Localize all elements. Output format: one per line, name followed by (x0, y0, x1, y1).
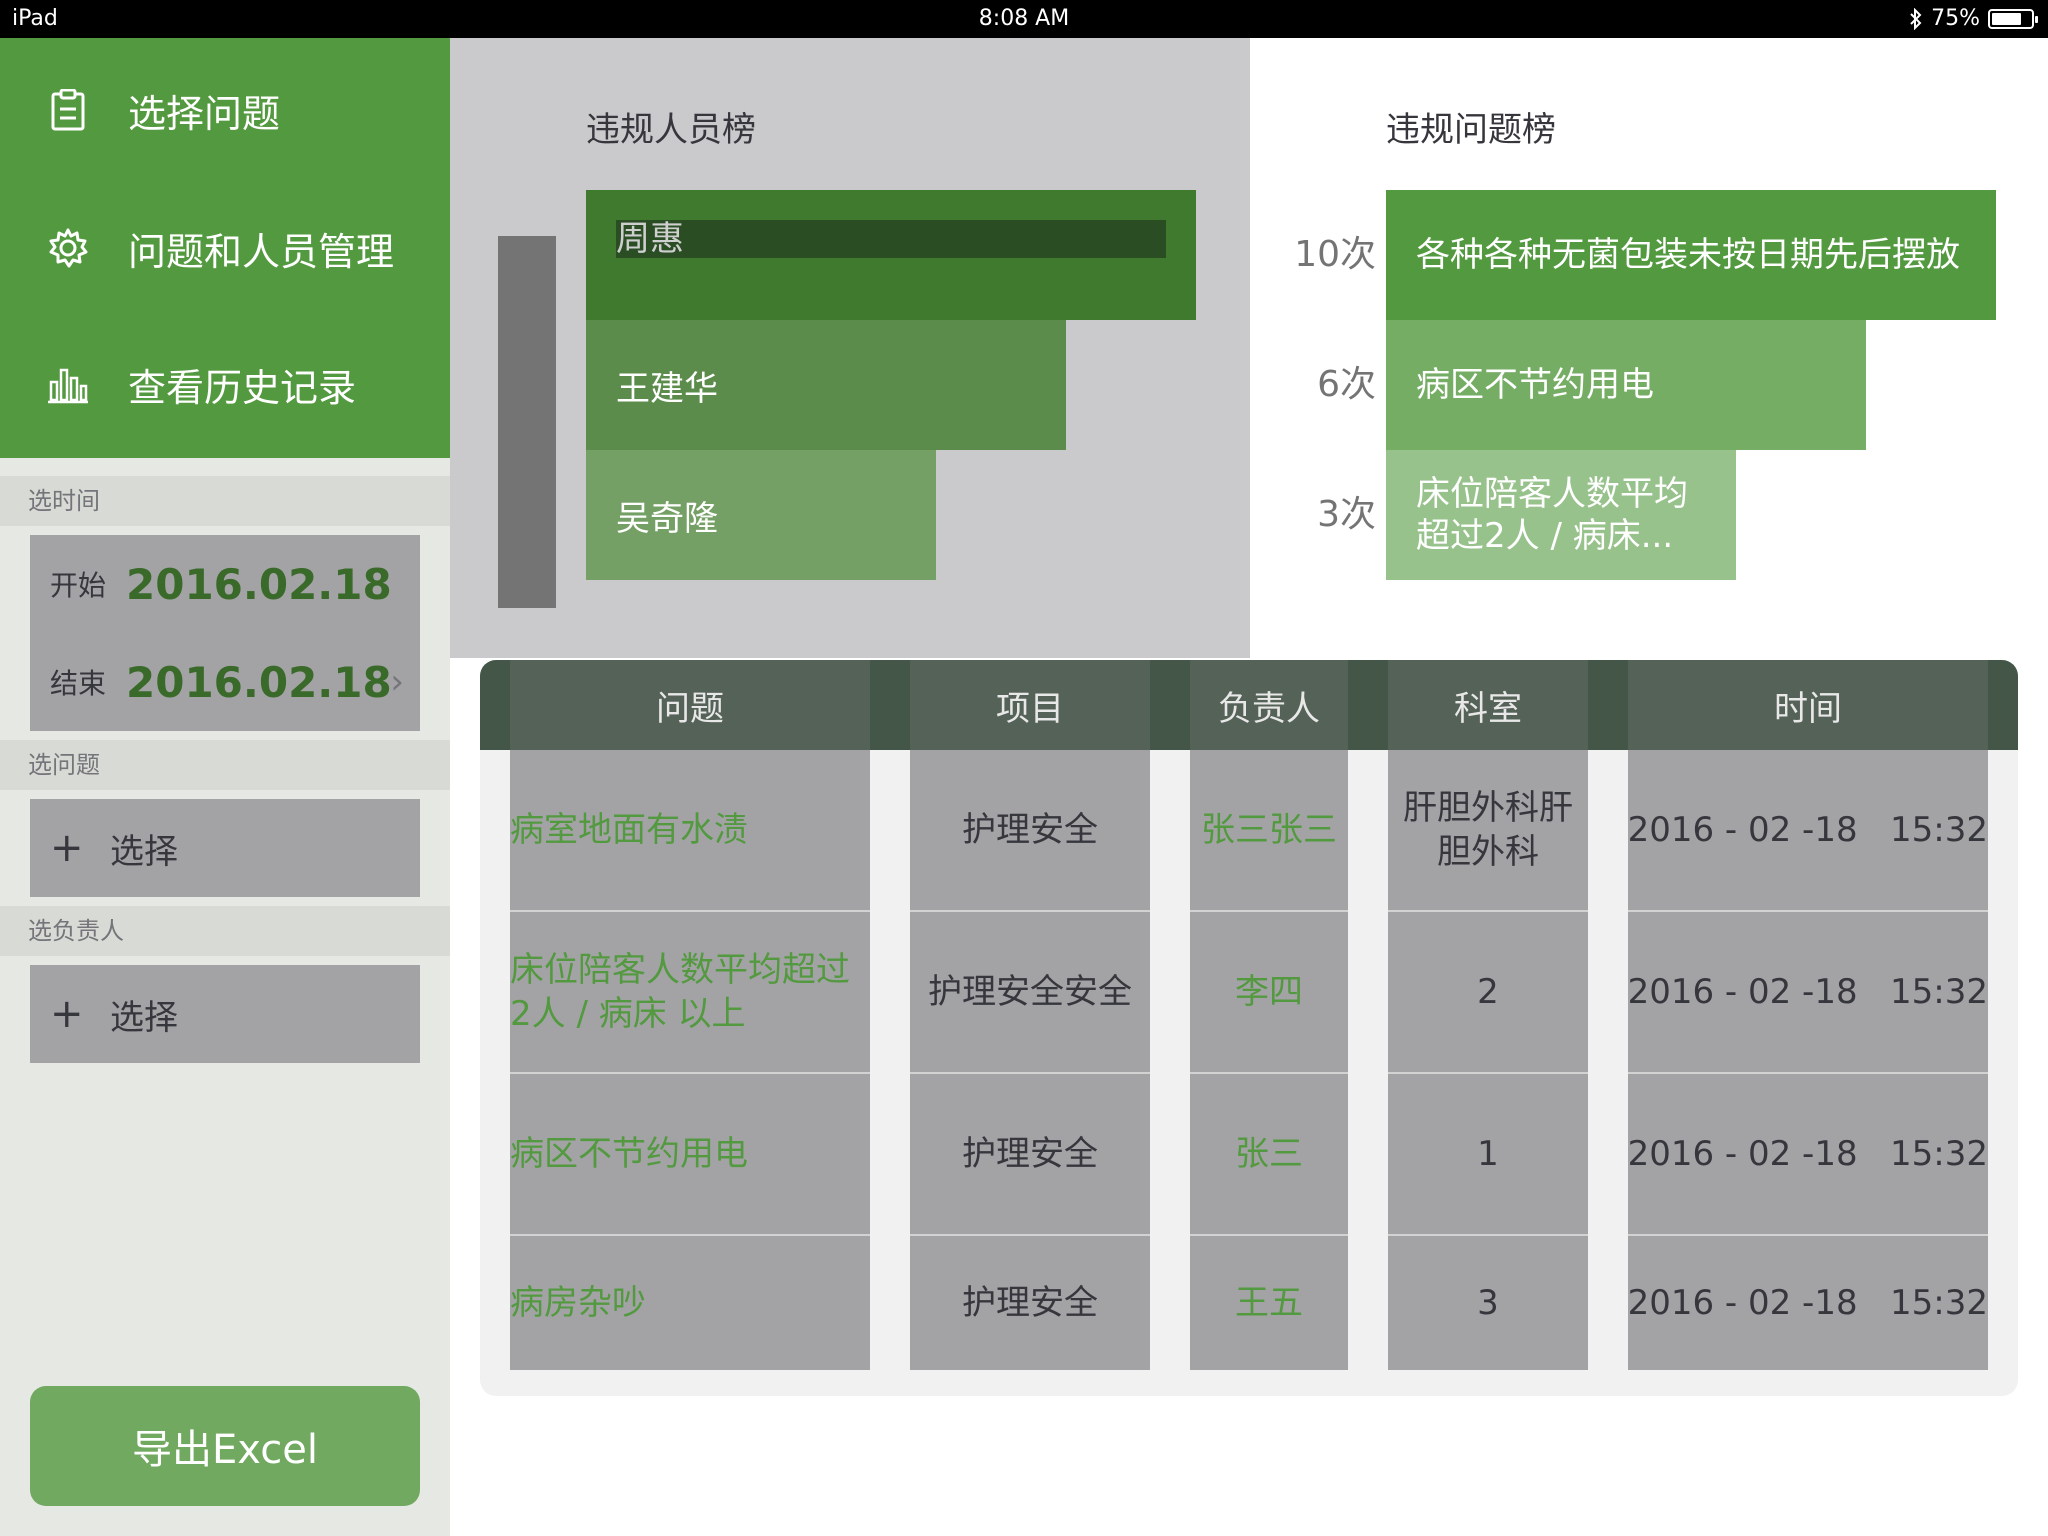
select-person-label: 选择 (110, 997, 178, 1038)
cell-owner: 张三张三 (1201, 810, 1337, 850)
person-bar[interactable]: 王建华 (586, 320, 1066, 450)
person-count: 1次 (497, 538, 556, 579)
status-right: 75% (1909, 6, 2038, 31)
table-row[interactable]: 病室地面有水渍 护理安全 张三张三 肝胆外科肝胆外科 2016 - 02 -18… (480, 750, 2018, 910)
menu-item-label: 选择问题 (128, 91, 281, 136)
start-date-label: 开始 (50, 569, 107, 602)
issue-text: 病区不节约用电 (1416, 365, 1654, 405)
battery-percent: 75% (1931, 6, 1980, 31)
end-date-row[interactable]: 结束 2016.02.18 › (30, 633, 420, 731)
person-name: 王建华 (616, 368, 718, 409)
cell-time: 2016 - 02 -18 15:32 (1627, 810, 1988, 850)
clipboard-icon (38, 80, 98, 140)
issue-picker-card: + 选择 (30, 799, 420, 897)
issue-bar[interactable]: 床位陪客人数平均超过2人 / 病床... (1386, 450, 1736, 580)
person-name: 周惠 (616, 220, 1166, 258)
start-date-row[interactable]: 开始 2016.02.18 (30, 535, 420, 633)
header-owner[interactable]: 负责人 (1190, 660, 1348, 750)
end-date-value: 2016.02.18 (126, 657, 392, 707)
sidebar-menu: 选择问题 问题和人员管理 查看历史记录 (0, 38, 450, 458)
cell-issue: 病房杂吵 (510, 1283, 646, 1323)
menu-item-label: 问题和人员管理 (128, 229, 395, 274)
person-name: 吴奇隆 (616, 498, 718, 539)
cell-dept: 2 (1477, 972, 1499, 1012)
gear-icon (38, 218, 98, 278)
plus-icon: + (50, 991, 84, 1037)
issue-ranking-title: 违规问题榜 (1386, 110, 1556, 150)
issue-ranking-panel: 违规问题榜 10次 6次 3次 各种各种无菌包装未按日期先后摆放 病区不节约用电… (1250, 38, 2048, 658)
cell-time: 2016 - 02 -18 15:32 (1627, 1283, 1988, 1323)
export-excel-button[interactable]: 导出Excel (30, 1386, 420, 1506)
menu-item-history[interactable]: 查看历史记录 (0, 316, 450, 452)
issue-text: 床位陪客人数平均超过2人 / 病床... (1416, 474, 1688, 556)
section-label-time: 选时间 (0, 476, 450, 526)
person-ranking-panel: 违规人员榜 5次 2次 1次 周惠 王建华 吴奇隆 (450, 38, 1250, 658)
clock: 8:08 AM (978, 6, 1070, 31)
table-row[interactable]: 床位陪客人数平均超过2人 / 病床 以上 护理安全安全 李四 2 2016 - … (480, 912, 2018, 1072)
issue-count: 6次 (1317, 364, 1376, 405)
bar-chart-icon (38, 354, 98, 414)
cell-project: 护理安全 (962, 1283, 1098, 1323)
date-card: 开始 2016.02.18 结束 2016.02.18 › (30, 535, 420, 731)
header-time[interactable]: 时间 (1628, 660, 1988, 750)
cell-owner: 王五 (1235, 1283, 1303, 1323)
cell-issue: 床位陪客人数平均超过2人 / 病床 以上 (510, 950, 850, 1034)
select-issue-button[interactable]: + 选择 (30, 799, 420, 897)
issue-count: 3次 (1317, 494, 1376, 535)
issue-text: 各种各种无菌包装未按日期先后摆放 (1416, 235, 1960, 275)
issue-bar[interactable]: 病区不节约用电 (1386, 320, 1866, 450)
select-issue-label: 选择 (110, 831, 178, 872)
cell-time: 2016 - 02 -18 15:32 (1627, 972, 1988, 1012)
person-bar[interactable]: 吴奇隆 (586, 450, 936, 580)
person-ranking-title: 违规人员榜 (586, 110, 756, 150)
records-table: 问题 项目 负责人 科室 时间 病室地面有水渍 护理安全 张三张三 肝胆外科肝胆… (480, 660, 2018, 1396)
cell-owner: 张三 (1235, 1134, 1303, 1174)
person-picker-card: + 选择 (30, 965, 420, 1063)
start-date-value: 2016.02.18 (126, 559, 392, 609)
end-date-label: 结束 (50, 667, 107, 700)
header-issue[interactable]: 问题 (510, 660, 870, 750)
battery-icon (1988, 8, 2038, 29)
cell-project: 护理安全安全 (928, 972, 1132, 1012)
section-label-person: 选负责人 (0, 906, 450, 956)
menu-item-label: 查看历史记录 (128, 365, 357, 410)
sidebar: 选择问题 问题和人员管理 查看历史记录 选时间 开始 2016.02.18 结束… (0, 38, 450, 1536)
cell-project: 护理安全 (962, 1134, 1098, 1174)
cell-project: 护理安全 (962, 810, 1098, 850)
cell-dept: 1 (1477, 1134, 1499, 1174)
menu-item-select-issue[interactable]: 选择问题 (0, 42, 450, 178)
cell-issue: 病区不节约用电 (510, 1134, 748, 1174)
table-row[interactable]: 病区不节约用电 护理安全 张三 1 2016 - 02 -18 15:32 (480, 1074, 2018, 1234)
issue-bar[interactable]: 各种各种无菌包装未按日期先后摆放 (1386, 190, 1996, 320)
cell-time: 2016 - 02 -18 15:32 (1627, 1134, 1988, 1174)
person-count: 5次 (497, 278, 556, 319)
chevron-right-icon: › (390, 662, 404, 702)
table-header: 问题 项目 负责人 科室 时间 (480, 660, 2018, 750)
header-project[interactable]: 项目 (910, 660, 1150, 750)
cell-issue: 病室地面有水渍 (510, 810, 748, 850)
menu-item-issue-person-manage[interactable]: 问题和人员管理 (0, 180, 450, 316)
select-person-button[interactable]: + 选择 (30, 965, 420, 1063)
person-count: 2次 (497, 408, 556, 449)
issue-count: 10次 (1294, 234, 1376, 275)
plus-icon: + (50, 825, 84, 871)
table-row[interactable]: 病房杂吵 护理安全 王五 3 2016 - 02 -18 15:32 (480, 1236, 2018, 1396)
section-label-issue: 选问题 (0, 740, 450, 790)
cell-owner: 李四 (1235, 972, 1303, 1012)
person-bar[interactable]: 周惠 (586, 190, 1196, 320)
status-bar: iPad 8:08 AM 75% (0, 0, 2048, 38)
bluetooth-icon (1910, 7, 1922, 30)
cell-dept: 3 (1477, 1283, 1499, 1323)
header-dept[interactable]: 科室 (1388, 660, 1588, 750)
cell-dept: 肝胆外科肝胆外科 (1403, 788, 1573, 872)
